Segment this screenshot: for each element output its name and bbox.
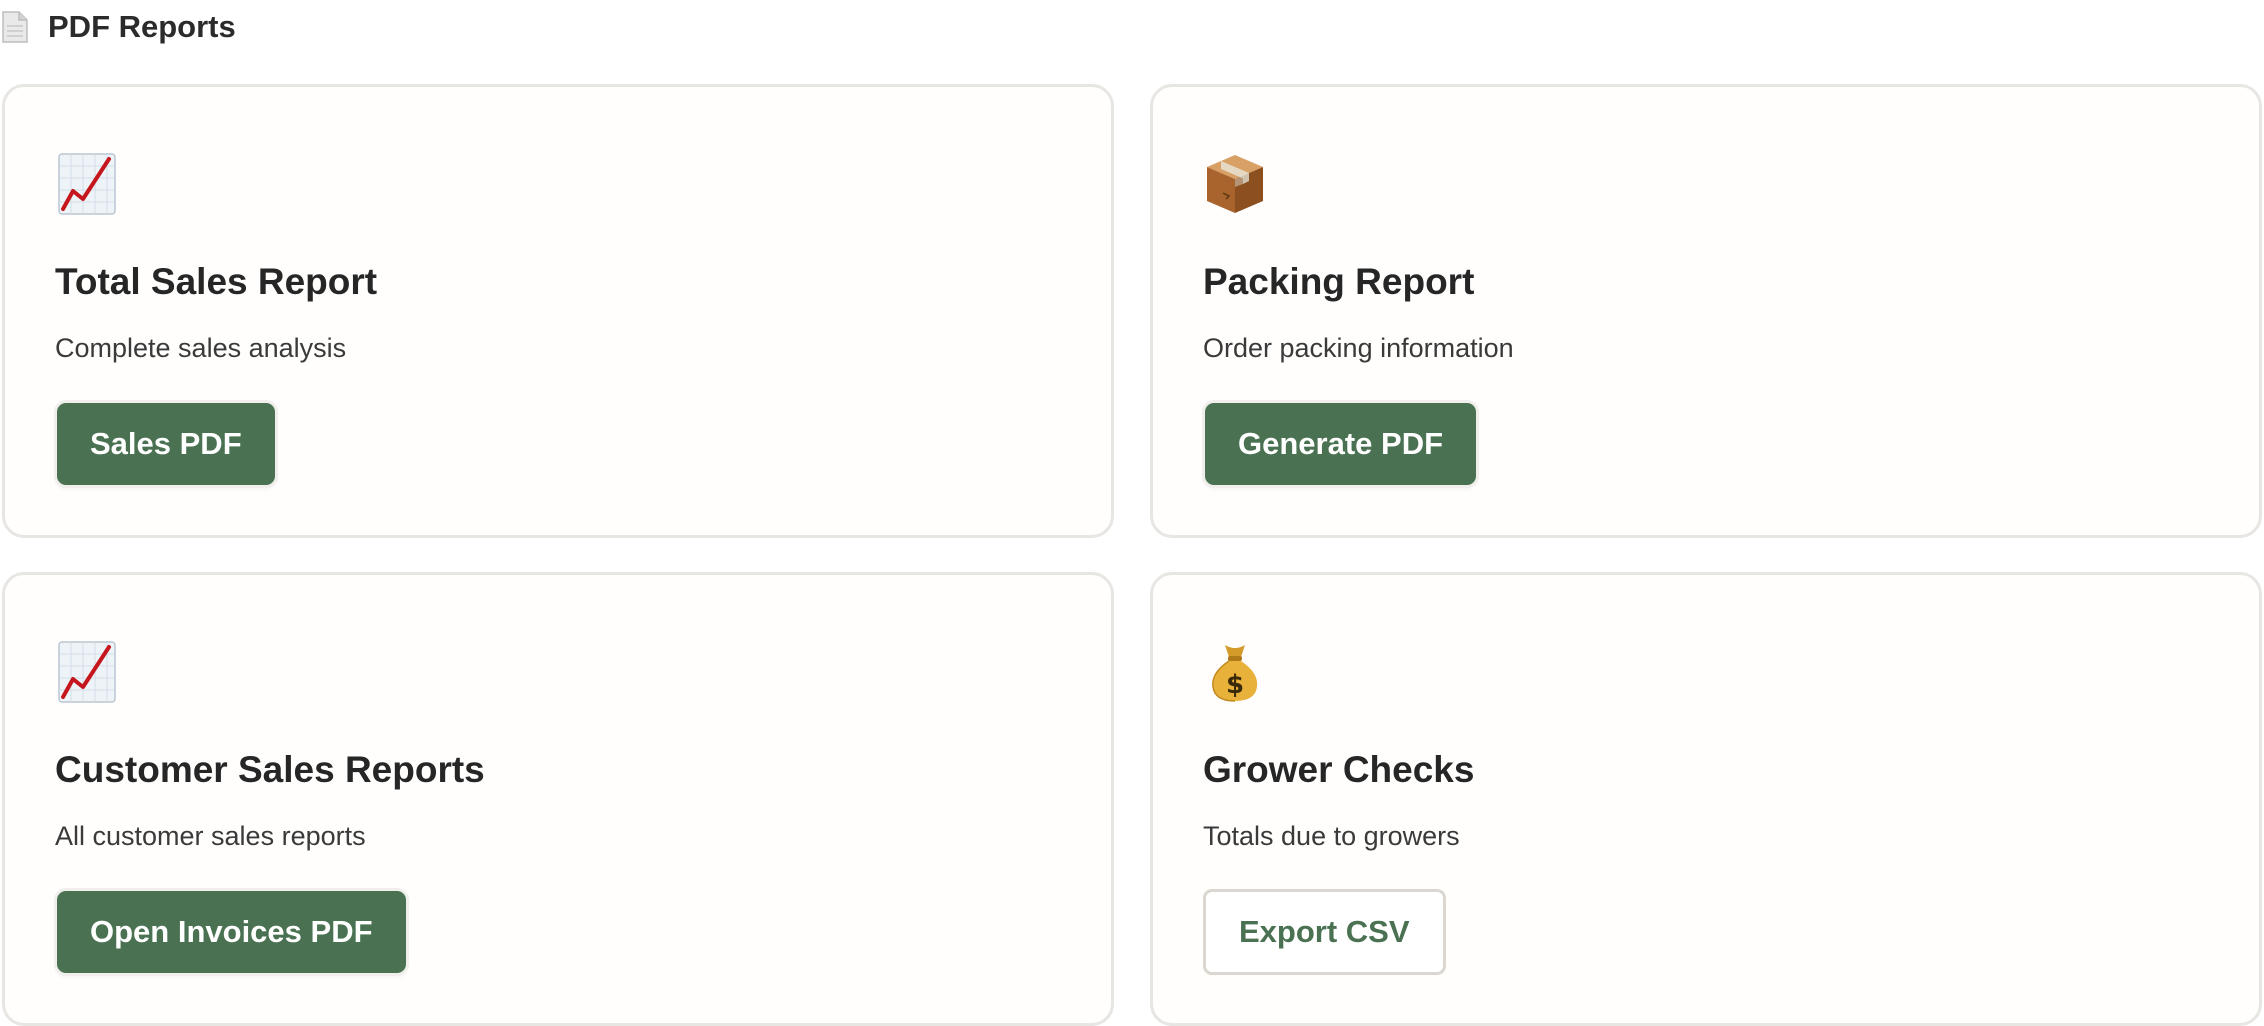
package-icon [1203, 151, 1267, 217]
card-title: Grower Checks [1203, 749, 1475, 790]
report-card-grower-checks: $ Grower Checks Totals due to growers Ex… [1150, 572, 2262, 1026]
chart-increasing-icon [55, 639, 119, 705]
page-header: PDF Reports [0, 6, 236, 48]
card-description: All customer sales reports [55, 821, 366, 851]
card-title: Customer Sales Reports [55, 749, 485, 790]
money-bag-icon: $ [1203, 639, 1267, 705]
card-description: Order packing information [1203, 333, 1514, 363]
card-title: Total Sales Report [55, 261, 378, 302]
chart-increasing-icon [55, 151, 119, 217]
card-description: Complete sales analysis [55, 333, 347, 363]
sales-pdf-button[interactable]: Sales PDF [57, 403, 275, 485]
card-title: Packing Report [1203, 261, 1475, 302]
report-card-customer-sales: Customer Sales Reports All customer sale… [2, 572, 1114, 1026]
card-description: Totals due to growers [1203, 821, 1460, 851]
page-facing-up-icon [0, 7, 30, 47]
report-cards-grid: Total Sales Report Complete sales analys… [2, 84, 2264, 1026]
page-title: PDF Reports [48, 9, 236, 44]
report-card-total-sales: Total Sales Report Complete sales analys… [2, 84, 1114, 538]
svg-text:$: $ [1226, 670, 1244, 700]
open-invoices-pdf-button[interactable]: Open Invoices PDF [57, 891, 406, 973]
export-csv-button[interactable]: Export CSV [1203, 889, 1446, 975]
generate-pdf-button[interactable]: Generate PDF [1205, 403, 1477, 485]
report-card-packing: Packing Report Order packing information… [1150, 84, 2262, 538]
